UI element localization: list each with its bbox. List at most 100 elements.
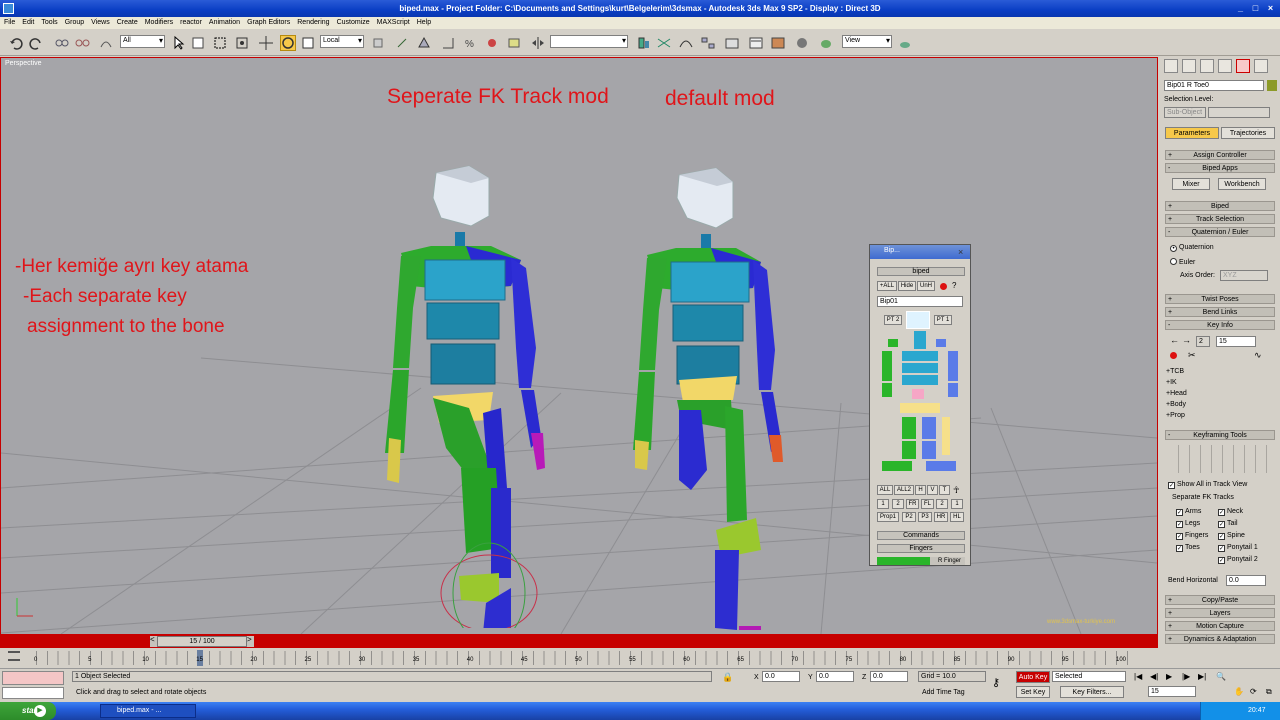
menu-maxscript[interactable]: MAXScript (373, 18, 413, 26)
pan-icon[interactable]: ✋ (1234, 687, 1244, 696)
fk-ponytail1-checkbox[interactable]: ✓ Ponytail 1 (1218, 544, 1258, 552)
pivot-center-icon[interactable] (370, 35, 386, 51)
start-button[interactable]: start (0, 702, 56, 720)
prev-key-icon[interactable]: ← (1170, 335, 1179, 345)
window-crossing-icon[interactable] (234, 35, 250, 51)
sel-p2-button[interactable]: P2 (902, 512, 916, 522)
bend-horizontal-field[interactable]: 0.0 (1226, 575, 1266, 586)
key-info-rollout[interactable]: - Key Info (1165, 320, 1275, 330)
biped-window-close-button[interactable]: × (958, 247, 968, 257)
sel-prop1-button[interactable]: Prop1 (877, 512, 899, 522)
menu-modifiers[interactable]: Modifiers (141, 18, 176, 26)
arc-rotate-icon[interactable]: ⟳ (1250, 687, 1257, 696)
material-editor-icon[interactable] (724, 35, 740, 51)
render-teapot-icon[interactable] (818, 35, 834, 51)
x-coordinate-field[interactable]: 0.0 (762, 671, 800, 682)
align-icon[interactable] (636, 35, 652, 51)
unhide-button[interactable]: UnH (917, 281, 935, 291)
display-tab-icon[interactable] (1236, 59, 1250, 73)
fk-toes-checkbox[interactable]: ✓ Toes (1176, 544, 1200, 552)
go-to-start-icon[interactable]: |◀ (1134, 672, 1142, 681)
biped-selection-window[interactable]: Bip... × biped +ALL Hide UnH ? Bip01 PT … (869, 244, 971, 566)
menu-create[interactable]: Create (113, 18, 141, 26)
dynamics-rollout[interactable]: + Dynamics & Adaptation (1165, 634, 1275, 644)
pt1-button[interactable]: PT 1 (934, 315, 952, 325)
key-frame-field[interactable]: 15 (1216, 336, 1256, 347)
help-pointer-icon[interactable]: ? (952, 281, 956, 290)
spinner-snap-icon[interactable] (484, 35, 500, 51)
reference-coordinate-dropdown[interactable]: Local (320, 35, 364, 48)
redo-icon[interactable] (28, 35, 44, 51)
layers-rollout[interactable]: + Layers (1165, 608, 1275, 618)
render-last-icon[interactable] (897, 35, 913, 51)
figure-icon[interactable]: ☥ (953, 485, 960, 496)
edit-named-selection-icon[interactable] (506, 35, 522, 51)
sel-p3-button[interactable]: P3 (918, 512, 932, 522)
show-all-button[interactable]: +ALL (877, 281, 897, 291)
lock-selection-icon[interactable]: 🔒 (722, 672, 733, 683)
set-key-icon[interactable] (1170, 352, 1177, 359)
delete-key-icon[interactable]: ✂ (1188, 350, 1196, 361)
prop-subrollout[interactable]: +Prop (1166, 412, 1185, 419)
axis-order-dropdown[interactable]: XYZ (1220, 270, 1268, 281)
selection-filter-dropdown[interactable]: All (120, 35, 165, 48)
tab-trajectories[interactable]: Trajectories (1221, 127, 1275, 139)
key-filters-button[interactable]: Key Filters... (1060, 686, 1124, 698)
current-frame-field[interactable]: 15 (1148, 686, 1196, 697)
render-setup-icon[interactable] (748, 35, 764, 51)
menu-file[interactable]: File (0, 18, 18, 26)
hide-button[interactable]: Hide (898, 281, 916, 291)
biped-apps-rollout[interactable]: - Biped Apps (1165, 163, 1275, 173)
object-color-swatch[interactable] (1267, 80, 1277, 91)
snap-toggle-icon[interactable] (416, 35, 432, 51)
link-icon[interactable] (54, 35, 70, 51)
menu-reactor[interactable]: reactor (176, 18, 205, 26)
rfinger-strip[interactable]: R Finger (877, 557, 965, 565)
perspective-viewport[interactable]: Perspective Seperate FK Track mod defaul… (0, 57, 1158, 635)
render-frame-icon[interactable] (770, 35, 786, 51)
fk-legs-checkbox[interactable]: ✓ Legs (1176, 520, 1200, 528)
maximize-button[interactable]: □ (1249, 2, 1262, 14)
modify-tab-icon[interactable] (1182, 59, 1196, 73)
next-key-icon[interactable]: → (1182, 335, 1191, 345)
mixer-button[interactable]: Mixer (1172, 178, 1210, 190)
track-bar[interactable]: 0 5 10 15 20 25 30 35 40 45 50 55 60 65 70 75 80 85 90 95 10… (0, 648, 1160, 668)
maximize-viewport-icon[interactable]: ⧉ (1266, 687, 1272, 697)
head-selector[interactable] (906, 311, 930, 329)
create-tab-icon[interactable] (1164, 59, 1178, 73)
sel-fr-button[interactable]: FR (906, 499, 919, 509)
percent-snap-icon[interactable]: % (462, 35, 478, 51)
biped-name-dropdown[interactable]: Bip01 (877, 296, 963, 307)
key-number-field[interactable]: 2 (1196, 336, 1210, 347)
motion-tab-icon[interactable] (1218, 59, 1232, 73)
sel-t-button[interactable]: T (939, 485, 950, 495)
record-icon[interactable] (940, 283, 947, 290)
tcb-subrollout[interactable]: +TCB (1166, 368, 1184, 375)
key-mode-dropdown[interactable]: Selected (1052, 671, 1126, 682)
time-slider-next-icon[interactable]: > (247, 635, 252, 644)
z-coordinate-field[interactable]: 0.0 (870, 671, 908, 682)
sel-fl-button[interactable]: FL (921, 499, 934, 509)
track-bar-menu-icon[interactable] (8, 651, 20, 661)
biped-section-header[interactable]: biped (877, 267, 965, 276)
rectangular-selection-icon[interactable] (212, 35, 228, 51)
assign-controller-rollout[interactable]: + Assign Controller (1165, 150, 1275, 160)
angle-snap-icon[interactable] (440, 35, 456, 51)
sel-v-button[interactable]: V (927, 485, 938, 495)
utilities-tab-icon[interactable] (1254, 59, 1268, 73)
menu-tools[interactable]: Tools (37, 18, 60, 26)
object-name-field[interactable]: Bip01 R Toe0 (1164, 80, 1264, 91)
hierarchy-tab-icon[interactable] (1200, 59, 1214, 73)
quaternion-radio[interactable]: • Quaternion (1170, 244, 1214, 252)
sel-1b-button[interactable]: 1 (951, 499, 963, 509)
fk-ponytail2-checkbox[interactable]: ✓ Ponytail 2 (1218, 556, 1258, 564)
select-manipulate-icon[interactable] (394, 35, 410, 51)
bind-spacewarp-icon[interactable] (98, 35, 114, 51)
sel-hl-button[interactable]: HL (950, 512, 964, 522)
sel-hr-button[interactable]: HR (934, 512, 948, 522)
ik-subrollout[interactable]: +IK (1166, 379, 1177, 386)
render-view-dropdown[interactable]: View (842, 35, 892, 48)
quat-euler-rollout[interactable]: - Quaternion / Euler (1165, 227, 1275, 237)
selection-level-dropdown[interactable] (1208, 107, 1270, 118)
pt2-button[interactable]: PT 2 (884, 315, 902, 325)
